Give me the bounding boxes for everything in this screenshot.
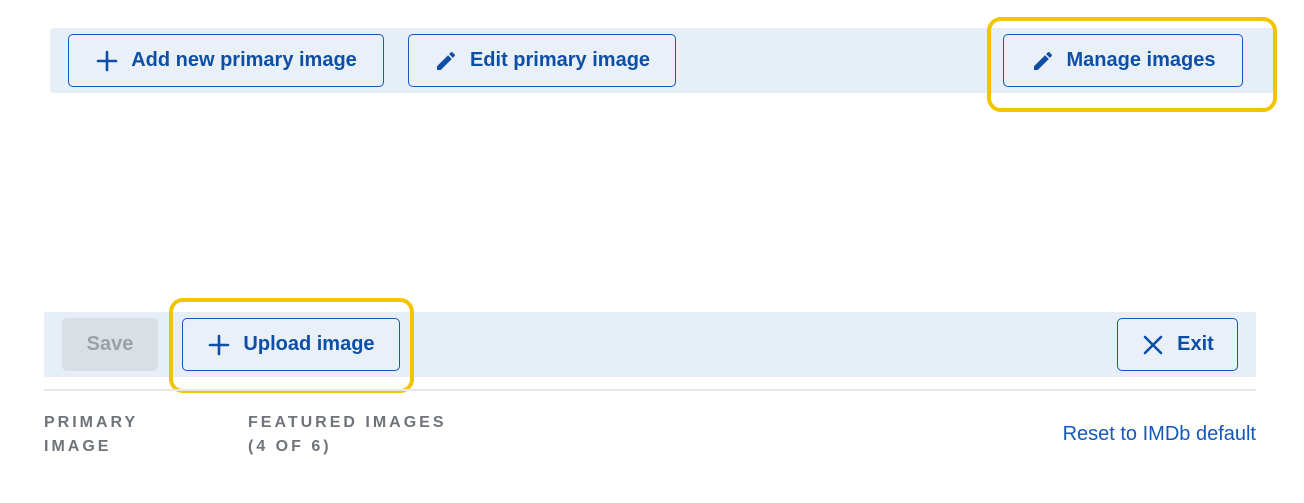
- plus-icon: [207, 333, 231, 357]
- add-new-primary-image-label: Add new primary image: [131, 49, 357, 71]
- section-divider: [44, 389, 1256, 391]
- close-icon: [1141, 333, 1165, 357]
- pencil-icon: [1031, 49, 1055, 73]
- manage-images-button[interactable]: Manage images: [1003, 34, 1243, 87]
- primary-image-heading: PRIMARY IMAGE: [44, 411, 138, 459]
- edit-primary-image-label: Edit primary image: [469, 49, 651, 71]
- primary-image-heading-line2: IMAGE: [44, 438, 112, 455]
- save-label: Save: [86, 333, 134, 355]
- primary-image-heading-line1: PRIMARY: [44, 414, 139, 431]
- exit-label: Exit: [1177, 333, 1214, 355]
- edit-primary-image-button[interactable]: Edit primary image: [408, 34, 676, 87]
- upload-image-button[interactable]: Upload image: [182, 318, 400, 371]
- featured-images-heading: FEATURED IMAGES (4 OF 6): [248, 411, 446, 459]
- manage-images-label: Manage images: [1066, 49, 1216, 71]
- exit-button[interactable]: Exit: [1117, 318, 1238, 371]
- upload-image-label: Upload image: [243, 333, 375, 355]
- reset-to-default-link[interactable]: Reset to IMDb default: [1063, 423, 1256, 446]
- featured-images-heading-line1: FEATURED IMAGES: [248, 414, 447, 431]
- pencil-icon: [434, 49, 458, 73]
- plus-icon: [95, 49, 119, 73]
- add-new-primary-image-button[interactable]: Add new primary image: [68, 34, 384, 87]
- featured-images-count: (4 OF 6): [248, 438, 332, 455]
- save-button[interactable]: Save: [62, 318, 158, 371]
